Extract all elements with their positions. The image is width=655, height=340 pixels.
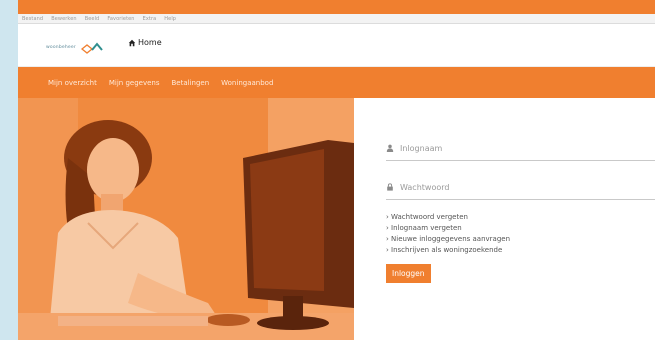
browser-window: Bestand Bewerken Beeld Favorieten Extra … (18, 0, 655, 340)
top-accent-bar (18, 0, 655, 14)
password-field[interactable]: Wachtwoord (386, 175, 655, 200)
login-links: › Wachtwoord vergeten › Inlognaam verget… (386, 212, 655, 256)
menu-bar: Bestand Bewerken Beeld Favorieten Extra … (18, 14, 655, 24)
password-placeholder: Wachtwoord (400, 182, 450, 192)
menu-item-favorites[interactable]: Favorieten (107, 16, 134, 22)
login-button[interactable]: Inloggen (386, 264, 431, 283)
main-nav: Mijn overzicht Mijn gegevens Betalingen … (18, 67, 655, 98)
house-logo-icon (80, 42, 103, 54)
forgot-username-link[interactable]: › Inlognaam vergeten (386, 223, 655, 234)
menu-item-help[interactable]: Help (164, 16, 176, 22)
menu-item-edit[interactable]: Bewerken (51, 16, 77, 22)
menu-item-file[interactable]: Bestand (22, 16, 43, 22)
home-link-label: Home (138, 38, 162, 47)
forgot-password-link[interactable]: › Wachtwoord vergeten (386, 212, 655, 223)
home-link[interactable]: Home (128, 38, 162, 47)
woman-at-computer-illustration (18, 98, 354, 340)
login-form: Inlognaam Wachtwoord › Wachtwoord verget… (386, 136, 655, 283)
request-credentials-link[interactable]: › Nieuwe inloggegevens aanvragen (386, 234, 655, 245)
register-link[interactable]: › Inschrijven als woningzoekende (386, 245, 655, 256)
site-logo[interactable]: woonbeheer (46, 40, 104, 54)
username-field[interactable]: Inlognaam (386, 136, 655, 161)
home-icon (128, 39, 136, 46)
logo-text: woonbeheer (46, 44, 76, 50)
nav-item-betalingen[interactable]: Betalingen (171, 79, 209, 87)
nav-item-mijn-gegevens[interactable]: Mijn gegevens (109, 79, 160, 87)
nav-item-mijn-overzicht[interactable]: Mijn overzicht (48, 79, 97, 87)
menu-item-tools[interactable]: Extra (143, 16, 157, 22)
lock-icon (387, 183, 393, 191)
hero-image (18, 98, 354, 340)
menu-item-view[interactable]: Beeld (85, 16, 100, 22)
content-area: Inlognaam Wachtwoord › Wachtwoord verget… (18, 98, 655, 340)
nav-item-woningaanbod[interactable]: Woningaanbod (221, 79, 273, 87)
site-header: woonbeheer Home (18, 24, 655, 67)
user-icon (386, 144, 394, 152)
username-placeholder: Inlognaam (400, 143, 443, 153)
